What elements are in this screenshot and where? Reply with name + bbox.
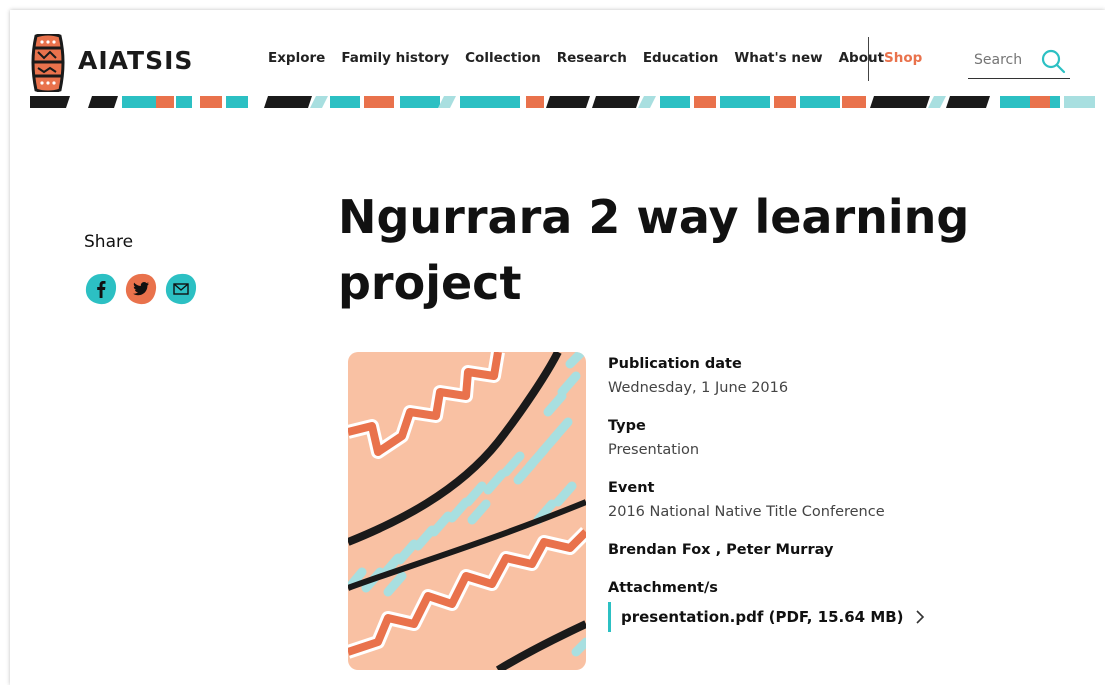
type-label: Type [608, 418, 646, 434]
nav-shop[interactable]: Shop [884, 50, 922, 66]
brand-name[interactable]: AIATSIS [78, 46, 193, 75]
nav-explore[interactable]: Explore [268, 50, 325, 66]
publication-date-label: Publication date [608, 356, 742, 372]
page-title: Ngurrara 2 way learning project [338, 190, 970, 310]
nav-about[interactable]: About [839, 50, 884, 66]
event-value: 2016 National Native Title Conference [608, 504, 885, 520]
share-label: Share [84, 232, 134, 252]
authors: Brendan Fox , Peter Murray [608, 542, 834, 558]
nav-research[interactable]: Research [557, 50, 627, 66]
search-box [968, 44, 1070, 79]
header-pattern-band [30, 96, 1095, 108]
attachment-link[interactable]: presentation.pdf (PDF, 15.64 MB) [608, 602, 1088, 632]
nav-divider [868, 37, 869, 81]
type-value: Presentation [608, 442, 700, 458]
publication-date-value: Wednesday, 1 June 2016 [608, 380, 789, 396]
social-share-buttons [84, 272, 198, 306]
nav-family-history[interactable]: Family history [341, 50, 449, 66]
publication-artwork [348, 352, 586, 670]
event-label: Event [608, 480, 655, 496]
attachments-label: Attachment/s [608, 580, 718, 596]
chevron-right-icon [915, 610, 924, 624]
twitter-icon[interactable] [124, 272, 158, 306]
main-nav: Explore Family history Collection Resear… [268, 50, 884, 66]
nav-education[interactable]: Education [643, 50, 719, 66]
nav-whats-new[interactable]: What's new [734, 50, 822, 66]
facebook-icon[interactable] [84, 272, 118, 306]
nav-collection[interactable]: Collection [465, 50, 541, 66]
attachment-name: presentation.pdf (PDF, 15.64 MB) [621, 608, 904, 626]
aiatsis-logo-icon[interactable] [30, 34, 66, 92]
email-icon[interactable] [164, 272, 198, 306]
page-frame: AIATSIS Explore Family history Collectio… [10, 10, 1105, 685]
publication-details: Publication date Wednesday, 1 June 2016 … [608, 352, 1088, 632]
search-icon[interactable] [1040, 48, 1066, 74]
search-input[interactable] [972, 51, 1040, 69]
